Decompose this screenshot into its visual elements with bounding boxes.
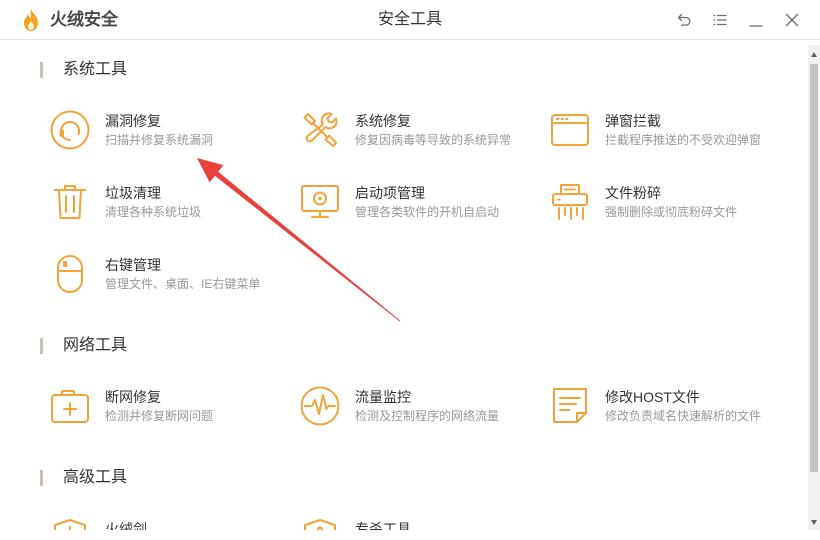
tool-title: 专杀工具 (355, 521, 411, 530)
popup-window-icon (551, 114, 589, 146)
close-icon (785, 13, 799, 27)
section-marker (40, 62, 43, 78)
section-title: 系统工具 (63, 61, 128, 78)
tool-file-shredder[interactable]: 文件粉碎 强制删除或彻底粉碎文件 (550, 182, 790, 222)
tool-edit-hosts-file[interactable]: 修改HOST文件 修改负责域名快速解析的文件 (550, 386, 790, 426)
tool-title: 断网修复 (105, 389, 161, 405)
tool-title: 弹窗拦截 (605, 113, 661, 129)
tool-junk-cleanup[interactable]: 垃圾清理 清理各种系统垃圾 (50, 182, 290, 222)
waveform-icon (300, 386, 340, 426)
briefcase-plus-icon (51, 390, 89, 423)
menu-icon (713, 14, 727, 26)
undo-icon (677, 13, 691, 26)
tool-title: 文件粉碎 (605, 185, 661, 201)
mouse-icon (57, 255, 83, 293)
flame-logo-icon (24, 9, 38, 31)
tool-title: 漏洞修复 (105, 113, 161, 129)
document-edit-icon (553, 388, 587, 423)
title-bar: 火绒安全 安全工具 (0, 0, 820, 40)
brand-name: 火绒安全 (50, 10, 118, 29)
tool-system-repair[interactable]: 系统修复 修复因病毒等导致的系统异常 (300, 110, 540, 150)
section-marker (40, 338, 43, 354)
tool-popup-blocker[interactable]: 弹窗拦截 拦截程序推送的不受欢迎弹窗 (550, 110, 790, 150)
section-header-network-tools: 网络工具 (0, 336, 300, 356)
tool-title: 启动项管理 (355, 185, 425, 201)
tool-vulnerability-repair[interactable]: 漏洞修复 扫描并修复系统漏洞 (50, 110, 290, 150)
scroll-up-arrow-icon[interactable] (810, 52, 817, 57)
tool-title: 右键管理 (105, 257, 161, 273)
tool-description: 管理文件、桌面、IE右键菜单 (105, 277, 261, 291)
tools-panel[interactable]: 系统工具 漏洞修复 扫描并修复系统漏洞 系统修复 修复因病毒等导致的系统异常 弹… (0, 40, 808, 530)
tool-description: 拦截程序推送的不受欢迎弹窗 (605, 133, 762, 147)
shield-icon (54, 519, 86, 530)
section-header-system-tools: 系统工具 (0, 60, 300, 80)
tool-context-menu-manager[interactable]: 右键管理 管理文件、桌面、IE右键菜单 (50, 254, 290, 294)
tool-description: 清理各种系统垃圾 (105, 205, 202, 219)
trash-icon (54, 185, 86, 219)
headset-icon (50, 110, 90, 150)
tool-description: 修改负责域名快速解析的文件 (605, 409, 762, 423)
tool-title: 垃圾清理 (105, 185, 161, 201)
menu-button[interactable] (712, 12, 728, 28)
tool-traffic-monitor[interactable]: 流量监控 检测及控制程序的网络流量 (300, 386, 540, 426)
shield-icon (304, 519, 336, 530)
section-marker (40, 470, 43, 486)
tool-description: 检测及控制程序的网络流量 (355, 409, 500, 423)
vertical-scrollbar[interactable] (808, 45, 820, 530)
tool-title: 火绒剑 (105, 521, 147, 530)
scrollbar-thumb[interactable] (810, 64, 818, 472)
undo-button[interactable] (676, 12, 692, 28)
tool-huorong-sword[interactable]: 火绒剑 (50, 518, 290, 530)
tool-startup-manager[interactable]: 启动项管理 管理各类软件的开机自启动 (300, 182, 540, 222)
tool-description: 扫描并修复系统漏洞 (105, 133, 214, 147)
tool-description: 管理各类软件的开机自启动 (355, 205, 500, 219)
minimize-icon (749, 25, 763, 27)
scroll-down-arrow-icon[interactable] (810, 520, 817, 525)
tool-network-repair[interactable]: 断网修复 检测并修复断网问题 (50, 386, 290, 426)
tool-description: 检测并修复断网问题 (105, 409, 214, 423)
close-button[interactable] (784, 12, 800, 28)
minimize-button[interactable] (748, 12, 764, 28)
section-header-advanced-tools: 高级工具 (0, 468, 300, 488)
tool-title: 系统修复 (355, 113, 411, 129)
tool-title: 修改HOST文件 (605, 389, 700, 405)
wrench-screwdriver-icon (303, 112, 338, 147)
tool-virus-removal[interactable]: 专杀工具 (300, 518, 540, 530)
monitor-icon (301, 185, 339, 218)
section-title: 高级工具 (63, 469, 128, 486)
window-title: 安全工具 (377, 11, 442, 28)
tool-description: 修复因病毒等导致的系统异常 (355, 133, 512, 147)
tool-description: 强制删除或彻底粉碎文件 (605, 205, 738, 219)
section-title: 网络工具 (63, 337, 128, 354)
tool-title: 流量监控 (355, 389, 411, 405)
shredder-icon (552, 184, 588, 220)
